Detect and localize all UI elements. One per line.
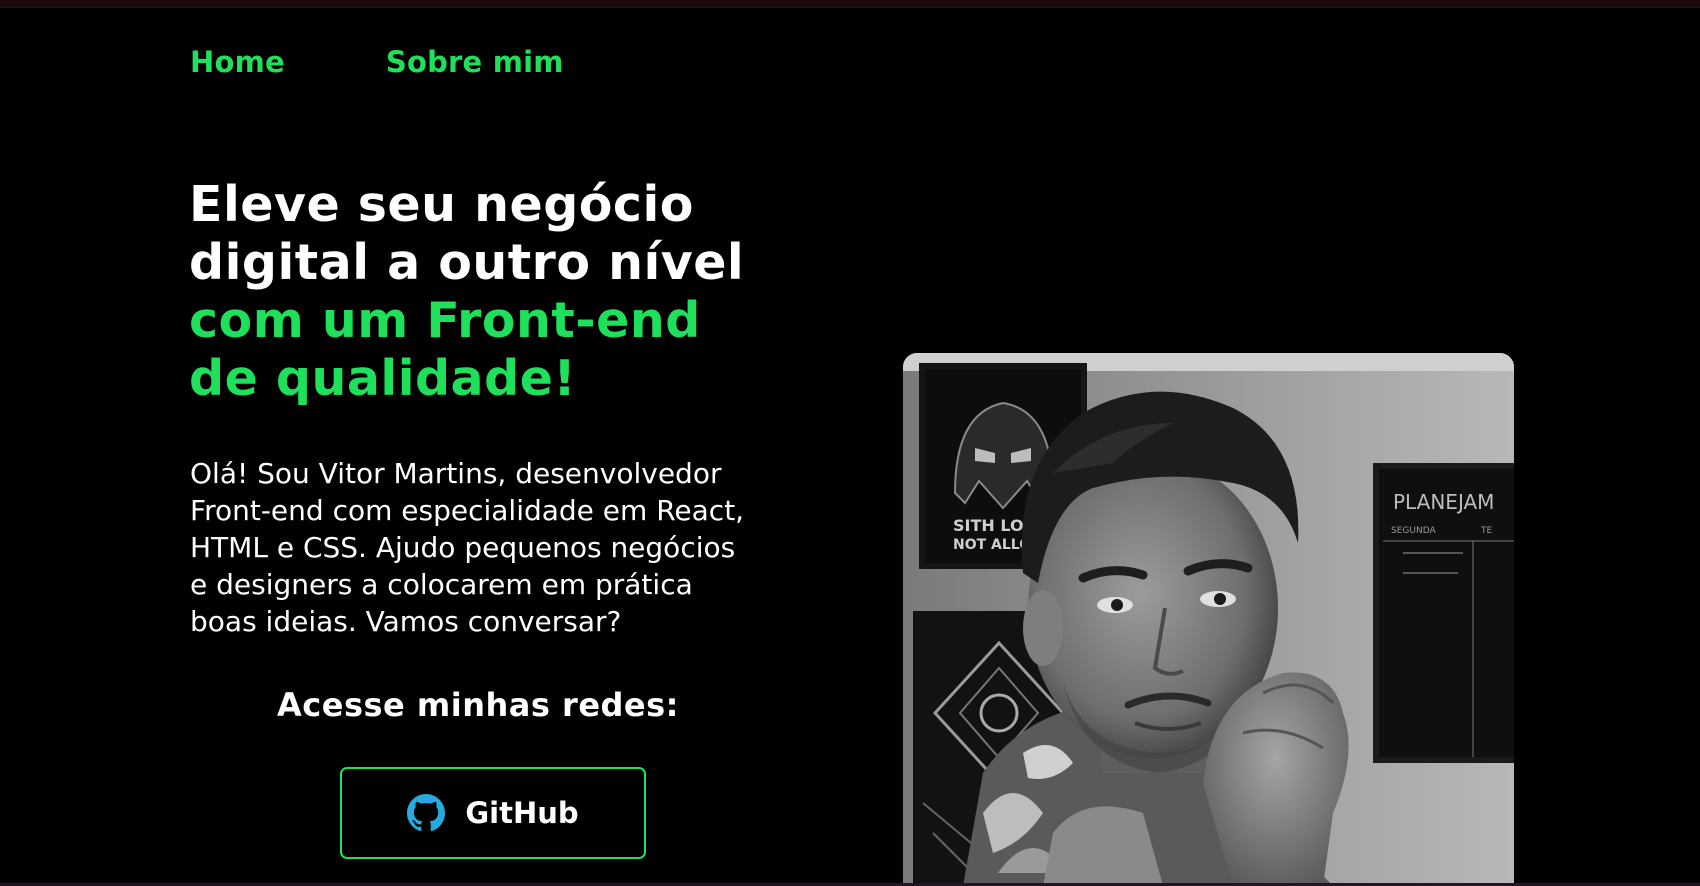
board-col-2: TE	[1480, 526, 1492, 536]
github-button[interactable]: GitHub	[340, 767, 646, 859]
networks-title: Acesse minhas redes:	[277, 686, 679, 724]
window-top-edge	[0, 0, 1700, 8]
board-title: PLANEJAM	[1393, 490, 1494, 514]
nav-about-link[interactable]: Sobre mim	[386, 45, 564, 79]
intro-line-2: Front-end com especialidade em React,	[190, 494, 745, 527]
intro-line-1: Olá! Sou Vitor Martins, desenvolvedor	[190, 457, 722, 490]
portfolio-page: Home Sobre mim Eleve seu negócio digital…	[0, 0, 1700, 886]
profile-photo-illustration: SITH LO NOT ALLOW PLANEJAM SEGUNDA TE	[903, 353, 1514, 886]
planner-board: PLANEJAM SEGUNDA TE	[1373, 463, 1514, 763]
headline-line-2: digital a outro nível	[189, 234, 745, 291]
headline-line-3: com um Front-end	[189, 292, 701, 349]
hero-intro: Olá! Sou Vitor Martins, desenvolvedor Fr…	[190, 455, 800, 640]
profile-photo: SITH LO NOT ALLOW PLANEJAM SEGUNDA TE	[903, 353, 1514, 886]
board-col-1: SEGUNDA	[1391, 526, 1436, 536]
headline-line-1: Eleve seu negócio	[189, 176, 694, 233]
intro-line-3: HTML e CSS. Ajudo pequenos negócios	[190, 531, 736, 564]
main-nav: Home Sobre mim	[190, 45, 564, 79]
hero-headline: Eleve seu negócio digital a outro nível …	[189, 176, 839, 408]
headline-line-4: de qualidade!	[189, 350, 577, 407]
poster-text-1: SITH LO	[953, 516, 1024, 535]
github-label: GitHub	[465, 796, 579, 830]
intro-line-4: e designers a colocarem em prática	[190, 568, 693, 601]
github-icon	[407, 794, 446, 832]
intro-line-5: boas ideias. Vamos conversar?	[190, 605, 622, 638]
nav-home-link[interactable]: Home	[190, 45, 285, 79]
